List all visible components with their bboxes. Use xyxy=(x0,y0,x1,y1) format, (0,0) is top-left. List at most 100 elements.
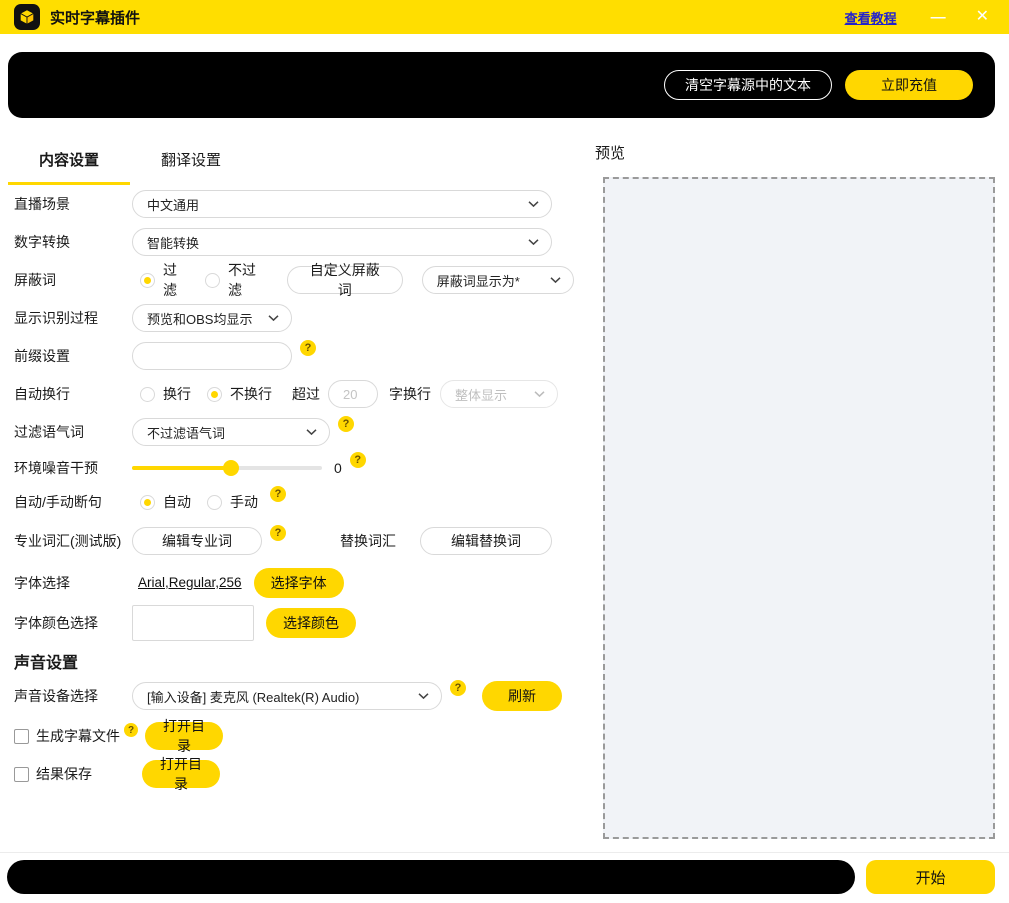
clear-subtitle-source-button[interactable]: 清空字幕源中的文本 xyxy=(664,70,832,100)
row-prefix: 前缀设置 ? xyxy=(14,337,574,375)
wrap-mode-select[interactable]: 整体显示 xyxy=(440,380,558,408)
row-filler-filter: 过滤语气词 不过滤语气词 ? xyxy=(14,413,574,451)
prefix-help-icon[interactable]: ? xyxy=(300,340,316,356)
footer-divider xyxy=(0,852,1009,853)
professional-help-icon[interactable]: ? xyxy=(270,525,286,541)
open-result-dir-button[interactable]: 打开目录 xyxy=(142,760,220,788)
segmentation-label: 自动/手动断句 xyxy=(14,492,132,512)
blocked-filter-label[interactable]: 过滤 xyxy=(163,260,189,300)
tab-translation-settings[interactable]: 翻译设置 xyxy=(130,134,252,185)
tab-content-settings[interactable]: 内容设置 xyxy=(8,134,130,185)
close-button[interactable]: ✕ xyxy=(976,9,989,25)
font-color-input[interactable] xyxy=(132,605,254,641)
custom-blocked-words-button[interactable]: 自定义屏蔽词 xyxy=(287,266,403,294)
sound-device-value: [输入设备] 麦克风 (Realtek(R) Audio) xyxy=(147,687,359,706)
recognition-value: 预览和OBS均显示 xyxy=(147,309,252,328)
subtitle-file-help-icon[interactable]: ? xyxy=(124,723,138,737)
titlebar: 实时字幕插件 查看教程 — ✕ xyxy=(0,0,1009,34)
blocked-filter-radio[interactable] xyxy=(140,273,155,288)
chevron-down-icon xyxy=(550,277,561,284)
noise-value: 0 xyxy=(334,460,342,476)
app-logo-icon xyxy=(14,4,40,30)
edit-professional-words-button[interactable]: 编辑专业词 xyxy=(132,527,262,555)
font-select-label: 字体选择 xyxy=(14,573,132,593)
blocked-display-as-select[interactable]: 屏蔽词显示为* xyxy=(422,266,574,294)
blocked-words-label: 屏蔽词 xyxy=(14,270,132,290)
row-live-scene: 直播场景 中文通用 xyxy=(14,185,574,223)
result-save-label[interactable]: 结果保存 xyxy=(36,764,92,784)
row-sound-section: 声音设置 xyxy=(14,644,574,678)
number-convert-value: 智能转换 xyxy=(147,233,199,252)
chevron-down-icon xyxy=(268,315,279,322)
row-professional-words: 专业词汇(测试版) 编辑专业词 ? 替换词汇 编辑替换词 xyxy=(14,519,574,563)
filler-help-icon[interactable]: ? xyxy=(338,416,354,432)
chevron-down-icon xyxy=(528,201,539,208)
noise-slider[interactable] xyxy=(132,466,322,470)
top-banner: 清空字幕源中的文本 立即充值 xyxy=(8,52,995,118)
no-wrap-radio-label[interactable]: 不换行 xyxy=(230,384,272,404)
row-subtitle-file: 生成字幕文件 ? 打开目录 xyxy=(14,717,574,755)
refresh-device-button[interactable]: 刷新 xyxy=(482,681,562,711)
filler-label: 过滤语气词 xyxy=(14,422,132,442)
status-bar xyxy=(7,860,855,894)
professional-label: 专业词汇(测试版) xyxy=(14,531,132,551)
auto-wrap-label: 自动换行 xyxy=(14,384,132,404)
chevron-down-icon xyxy=(306,429,317,436)
open-subtitle-dir-button[interactable]: 打开目录 xyxy=(145,722,223,750)
row-segmentation: 自动/手动断句 自动 手动 ? xyxy=(14,485,574,519)
row-font-color: 字体颜色选择 选择颜色 xyxy=(14,602,574,644)
recharge-button[interactable]: 立即充值 xyxy=(845,70,973,100)
wrap-radio[interactable] xyxy=(140,387,155,402)
choose-font-button[interactable]: 选择字体 xyxy=(254,568,344,598)
recognition-label: 显示识别过程 xyxy=(14,308,132,328)
segment-auto-label[interactable]: 自动 xyxy=(163,492,191,512)
chevron-down-icon xyxy=(418,693,429,700)
subtitle-file-label[interactable]: 生成字幕文件 xyxy=(36,726,120,746)
choose-color-button[interactable]: 选择颜色 xyxy=(266,608,356,638)
prefix-input[interactable] xyxy=(132,342,292,370)
row-noise: 环境噪音干预 0 ? xyxy=(14,451,574,485)
settings-tabs: 内容设置 翻译设置 xyxy=(8,134,574,185)
wrap-radio-label[interactable]: 换行 xyxy=(163,384,191,404)
subtitle-file-checkbox[interactable] xyxy=(14,729,29,744)
number-convert-select[interactable]: 智能转换 xyxy=(132,228,552,256)
prefix-label: 前缀设置 xyxy=(14,346,132,366)
row-auto-wrap: 自动换行 换行 不换行 超过 字换行 整体显示 xyxy=(14,375,574,413)
cube-icon xyxy=(18,8,36,26)
filler-select[interactable]: 不过滤语气词 xyxy=(132,418,330,446)
wrap-count-input[interactable] xyxy=(328,380,378,408)
chevron-down-icon xyxy=(528,239,539,246)
blocked-nofilter-label[interactable]: 不过滤 xyxy=(228,260,267,300)
row-recognition-display: 显示识别过程 预览和OBS均显示 xyxy=(14,299,574,337)
segment-auto-radio[interactable] xyxy=(140,495,155,510)
no-wrap-radio[interactable] xyxy=(207,387,222,402)
row-sound-device: 声音设备选择 [输入设备] 麦克风 (Realtek(R) Audio) ? 刷… xyxy=(14,678,574,714)
preview-area xyxy=(603,177,995,839)
sound-settings-title: 声音设置 xyxy=(14,649,78,673)
font-color-label: 字体颜色选择 xyxy=(14,613,132,633)
blocked-display-as-value: 屏蔽词显示为* xyxy=(437,271,520,290)
wrap-suffix-label: 字换行 xyxy=(389,384,431,404)
result-save-checkbox[interactable] xyxy=(14,767,29,782)
noise-slider-thumb[interactable] xyxy=(223,460,239,476)
row-blocked-words: 屏蔽词 过滤 不过滤 自定义屏蔽词 屏蔽词显示为* xyxy=(14,261,574,299)
view-tutorial-link[interactable]: 查看教程 xyxy=(845,8,897,27)
live-scene-value: 中文通用 xyxy=(147,195,199,214)
filler-value: 不过滤语气词 xyxy=(147,423,225,442)
start-button[interactable]: 开始 xyxy=(866,860,995,894)
chevron-down-icon xyxy=(534,391,545,398)
segment-help-icon[interactable]: ? xyxy=(270,486,286,502)
sound-device-select[interactable]: [输入设备] 麦克风 (Realtek(R) Audio) xyxy=(132,682,442,710)
sound-device-help-icon[interactable]: ? xyxy=(450,680,466,696)
minimize-button[interactable]: — xyxy=(931,10,946,25)
edit-replace-words-button[interactable]: 编辑替换词 xyxy=(420,527,552,555)
segment-manual-label[interactable]: 手动 xyxy=(230,492,258,512)
blocked-nofilter-radio[interactable] xyxy=(205,273,220,288)
current-font-link[interactable]: Arial,Regular,256 xyxy=(138,575,242,590)
row-font-select: 字体选择 Arial,Regular,256 选择字体 xyxy=(14,563,574,602)
recognition-select[interactable]: 预览和OBS均显示 xyxy=(132,304,292,332)
app-title: 实时字幕插件 xyxy=(50,7,140,28)
noise-help-icon[interactable]: ? xyxy=(350,452,366,468)
segment-manual-radio[interactable] xyxy=(207,495,222,510)
live-scene-select[interactable]: 中文通用 xyxy=(132,190,552,218)
